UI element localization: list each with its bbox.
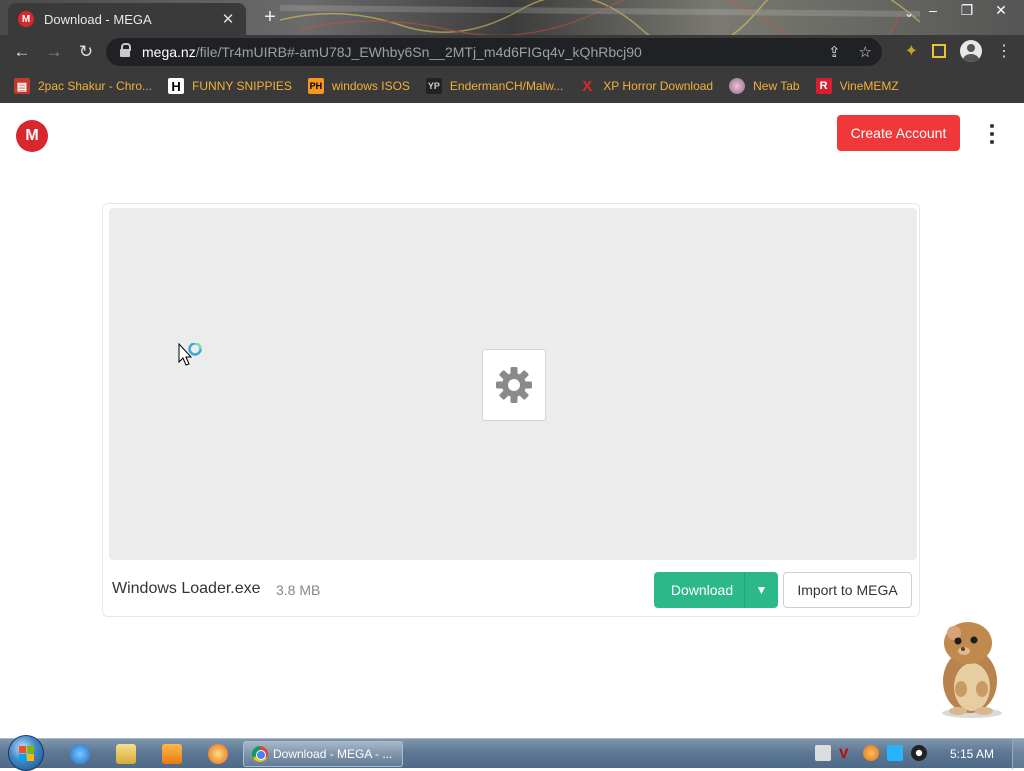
more-options-icon[interactable] xyxy=(986,124,998,144)
system-tray: V xyxy=(815,745,927,761)
tray-app-icon[interactable] xyxy=(815,745,831,761)
restore-icon[interactable]: ❐ xyxy=(958,2,976,19)
file-preview xyxy=(109,208,917,560)
file-card: Windows Loader.exe 3.8 MB Download ▼ Imp… xyxy=(102,203,920,617)
back-icon[interactable]: ← xyxy=(6,37,38,67)
bookmark-label: EndermanCH/Malw... xyxy=(449,79,564,93)
taskbar: Download - MEGA - ... V 5:15 AM xyxy=(0,735,1024,771)
extensions-icon[interactable]: ✦ xyxy=(905,41,918,61)
create-account-button[interactable]: Create Account xyxy=(837,115,960,151)
show-desktop-button[interactable] xyxy=(1012,739,1024,769)
import-to-mega-button[interactable]: Import to MEGA xyxy=(783,572,912,608)
taskbar-chrome-window[interactable]: Download - MEGA - ... xyxy=(243,741,403,767)
bookmark-item[interactable]: PH windows ISOS xyxy=(307,78,410,94)
taskbar-window-label: Download - MEGA - ... xyxy=(273,747,393,761)
file-name: Windows Loader.exe xyxy=(112,580,261,597)
media-player-icon[interactable] xyxy=(162,744,182,764)
browser-tab[interactable]: M Download - MEGA ✕ xyxy=(8,3,246,35)
tray-display-icon[interactable] xyxy=(887,745,903,761)
bookmark-label: windows ISOS xyxy=(331,79,410,93)
h-icon: H xyxy=(168,78,185,94)
gear-icon xyxy=(482,349,546,421)
theme-background xyxy=(280,0,920,35)
tray-search-icon[interactable] xyxy=(863,745,879,761)
bookmark-item[interactable]: R VineMEMZ xyxy=(815,78,899,94)
bookmark-item[interactable]: H FUNNY SNIPPIES xyxy=(168,78,292,94)
profile-avatar-icon[interactable] xyxy=(960,40,982,62)
share-icon[interactable]: ⇪ xyxy=(828,43,841,61)
reload-icon[interactable]: ↻ xyxy=(70,37,102,67)
bookmark-item[interactable]: YP EndermanCH/Malw... xyxy=(425,78,564,94)
url-host: mega.nz xyxy=(142,44,196,60)
bookmark-label: New Tab xyxy=(753,79,800,93)
tab-title: Download - MEGA xyxy=(44,11,152,27)
bookmark-label: 2pac Shakur - Chro... xyxy=(38,79,153,93)
lock-icon[interactable] xyxy=(120,43,131,57)
address-bar[interactable]: mega.nz/file/Tr4mUIRB#-amU78J_EWhby6Sn__… xyxy=(106,38,882,66)
browser-title-bar: M Download - MEGA ✕ + ⌄ – ❐ ✕ xyxy=(0,0,1024,35)
new-tab-button[interactable]: + xyxy=(258,6,282,30)
url-path: /file/Tr4mUIRB#-amU78J_EWhby6Sn__2MTj_m4… xyxy=(195,44,642,60)
ph-icon: PH xyxy=(307,78,324,94)
x-icon: X xyxy=(582,77,593,95)
globe-icon xyxy=(729,78,746,94)
bookmark-star-icon[interactable]: ☆ xyxy=(859,43,872,61)
download-button[interactable]: Download ▼ xyxy=(654,572,778,608)
busy-cursor-icon xyxy=(178,343,202,366)
bookmark-item[interactable]: New Tab xyxy=(729,78,800,94)
close-window-icon[interactable]: ✕ xyxy=(992,2,1010,19)
bookmark-label: XP Horror Download xyxy=(603,79,714,93)
start-button[interactable] xyxy=(8,735,44,771)
forward-icon[interactable]: → xyxy=(38,37,70,67)
hamster-desktop-pet[interactable] xyxy=(924,615,1010,719)
tray-v-icon[interactable]: V xyxy=(839,745,855,761)
mega-logo-icon: M xyxy=(18,11,34,27)
minimize-icon[interactable]: – xyxy=(924,2,942,19)
chrome-icon xyxy=(252,746,268,762)
browser-toolbar: ← → ↻ mega.nz/file/Tr4mUIRB#-amU78J_EWhb… xyxy=(0,35,1024,69)
internet-explorer-icon[interactable] xyxy=(70,744,90,764)
pinned-app-icon[interactable] xyxy=(208,744,228,764)
file-explorer-icon[interactable] xyxy=(116,744,136,764)
tab-search-icon[interactable]: ⌄ xyxy=(904,6,914,20)
bookmark-label: FUNNY SNIPPIES xyxy=(192,79,292,93)
r-icon: R xyxy=(815,78,832,94)
extension-area: ✦ ⋮ xyxy=(905,40,1012,62)
chevron-down-icon[interactable]: ▼ xyxy=(744,572,778,608)
bookmarks-bar: ▤ 2pac Shakur - Chro... H FUNNY SNIPPIES… xyxy=(0,69,1024,103)
window-controls: – ❐ ✕ xyxy=(924,2,1010,19)
bookmark-favicon: ▤ xyxy=(14,78,30,94)
close-tab-icon[interactable]: ✕ xyxy=(220,10,236,28)
clock[interactable]: 5:15 AM xyxy=(950,747,994,761)
browser-menu-icon[interactable]: ⋮ xyxy=(996,41,1012,61)
yp-icon: YP xyxy=(425,78,442,94)
mega-logo[interactable]: M xyxy=(16,120,48,152)
file-size: 3.8 MB xyxy=(276,582,321,598)
bookmark-item[interactable]: X XP Horror Download xyxy=(579,77,714,95)
download-label[interactable]: Download xyxy=(654,572,744,608)
tray-volume-icon[interactable] xyxy=(911,745,927,761)
page-content: M Create Account Windows Loader.exe 3.8 … xyxy=(0,103,1024,738)
side-panel-icon[interactable] xyxy=(932,44,946,58)
bookmark-label: VineMEMZ xyxy=(839,79,899,93)
bookmark-item[interactable]: ▤ 2pac Shakur - Chro... xyxy=(14,78,152,94)
